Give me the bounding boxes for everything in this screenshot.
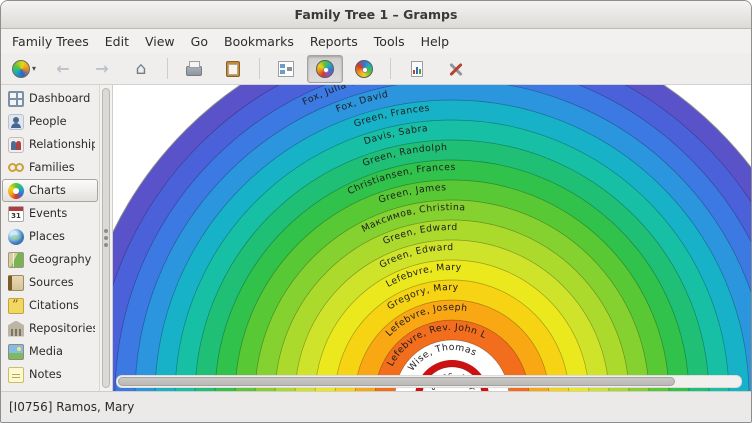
- content: Dashboard People Relationships Families Char…: [1, 85, 751, 391]
- sidebar-item-dashboard[interactable]: Dashboard: [2, 87, 98, 110]
- sidebar-item-label: Events: [29, 207, 67, 220]
- home-icon: [132, 60, 150, 78]
- sidebar-item-geography[interactable]: Geography: [2, 248, 98, 271]
- sidebar-scrollbar[interactable]: [100, 85, 113, 391]
- sidebar-item-label: People: [29, 115, 67, 128]
- family-trees-button[interactable]: ▾: [6, 55, 42, 83]
- clipboard-button[interactable]: [215, 55, 251, 83]
- chart-area: Wise, ThomasLefebvre, Rev. John LLefebvr…: [113, 85, 751, 391]
- fan-chart-icon: [316, 60, 334, 78]
- sidebar-item-families[interactable]: Families: [2, 156, 98, 179]
- sidebar: Dashboard People Relationships Families Char…: [1, 85, 100, 391]
- sidebar-item-label: Dashboard: [29, 92, 90, 105]
- sidebar-item-label: Media: [29, 345, 63, 358]
- menu-family-trees[interactable]: Family Trees: [4, 32, 97, 51]
- sources-icon: [8, 275, 24, 291]
- menu-view[interactable]: View: [137, 32, 183, 51]
- sidebar-item-label: Repositories: [29, 322, 95, 335]
- events-icon: [8, 206, 24, 222]
- places-icon: [8, 229, 24, 245]
- sidebar-item-label: Geography: [29, 253, 91, 266]
- print-button[interactable]: [176, 55, 212, 83]
- families-icon: [8, 160, 24, 176]
- statusbar: [I0756] Ramos, Mary: [1, 391, 751, 422]
- circle-chart-icon: [355, 60, 373, 78]
- clipboard-icon: [224, 60, 242, 78]
- dashboard-icon: [8, 91, 24, 107]
- fan-chart-view-button[interactable]: [307, 55, 343, 83]
- toolbar-separator: [390, 58, 391, 79]
- sidebar-item-people[interactable]: People: [2, 110, 98, 133]
- sidebar-item-sources[interactable]: Sources: [2, 271, 98, 294]
- sidebar-scrollbar-thumb[interactable]: [102, 88, 110, 388]
- sidebar-item-repositories[interactable]: Repositories: [2, 317, 98, 340]
- sidebar-item-places[interactable]: Places: [2, 225, 98, 248]
- sidebar-item-label: Places: [29, 230, 65, 243]
- sidebar-item-events[interactable]: Events: [2, 202, 98, 225]
- tools-button[interactable]: [438, 55, 474, 83]
- toolbar-separator: [259, 58, 260, 79]
- toolbar: ▾: [1, 53, 751, 85]
- sidebar-item-label: Citations: [29, 299, 79, 312]
- sidebar-item-notes[interactable]: Notes: [2, 363, 98, 386]
- sidebar-item-label: Sources: [29, 276, 74, 289]
- grip-dots-icon: [104, 236, 108, 240]
- gramps-icon: [12, 60, 30, 78]
- back-button[interactable]: [45, 55, 81, 83]
- forward-icon: [93, 60, 111, 78]
- status-text: [I0756] Ramos, Mary: [9, 400, 134, 414]
- people-icon: [8, 114, 24, 130]
- menu-reports[interactable]: Reports: [302, 32, 366, 51]
- sidebar-item-relationships[interactable]: Relationships: [2, 133, 98, 156]
- sidebar-item-charts[interactable]: Charts: [2, 179, 98, 202]
- sidebar-item-citations[interactable]: Citations: [2, 294, 98, 317]
- sidebar-item-label: Relationships: [29, 138, 95, 151]
- reports-button[interactable]: [399, 55, 435, 83]
- tools-icon: [447, 60, 465, 78]
- forward-button[interactable]: [84, 55, 120, 83]
- menu-edit[interactable]: Edit: [97, 32, 137, 51]
- sidebar-item-label: Notes: [29, 368, 62, 381]
- menu-bookmarks[interactable]: Bookmarks: [216, 32, 302, 51]
- horizontal-scrollbar-thumb[interactable]: [118, 377, 675, 386]
- sidebar-item-label: Families: [29, 161, 75, 174]
- sidebar-item-media[interactable]: Media: [2, 340, 98, 363]
- fan-chart[interactable]: Wise, ThomasLefebvre, Rev. John LLefebvr…: [113, 85, 751, 391]
- charts-icon: [8, 183, 24, 199]
- printer-icon: [185, 60, 203, 78]
- relationships-icon: [8, 137, 24, 153]
- back-icon: [54, 60, 72, 78]
- citations-icon: [8, 298, 24, 314]
- geography-icon: [8, 252, 24, 268]
- titlebar[interactable]: Family Tree 1 – Gramps: [1, 1, 751, 29]
- media-icon: [8, 344, 24, 360]
- sidebar-item-label: Charts: [29, 184, 66, 197]
- home-button[interactable]: [123, 55, 159, 83]
- full-circle-view-button[interactable]: [346, 55, 382, 83]
- gramps-window: Family Tree 1 – Gramps Family TreesEditV…: [0, 0, 752, 423]
- menubar: Family TreesEditViewGoBookmarksReportsTo…: [1, 29, 751, 53]
- toolbar-separator: [167, 58, 168, 79]
- menu-go[interactable]: Go: [183, 32, 216, 51]
- report-icon: [408, 60, 426, 78]
- menu-tools[interactable]: Tools: [366, 32, 413, 51]
- window-title: Family Tree 1 – Gramps: [295, 7, 458, 22]
- horizontal-scrollbar[interactable]: [116, 375, 742, 388]
- repositories-icon: [8, 321, 24, 337]
- pedigree-icon: [277, 60, 295, 78]
- menu-help[interactable]: Help: [413, 32, 458, 51]
- notes-icon: [8, 367, 24, 383]
- pedigree-view-button[interactable]: [268, 55, 304, 83]
- chevron-down-icon: ▾: [32, 64, 36, 73]
